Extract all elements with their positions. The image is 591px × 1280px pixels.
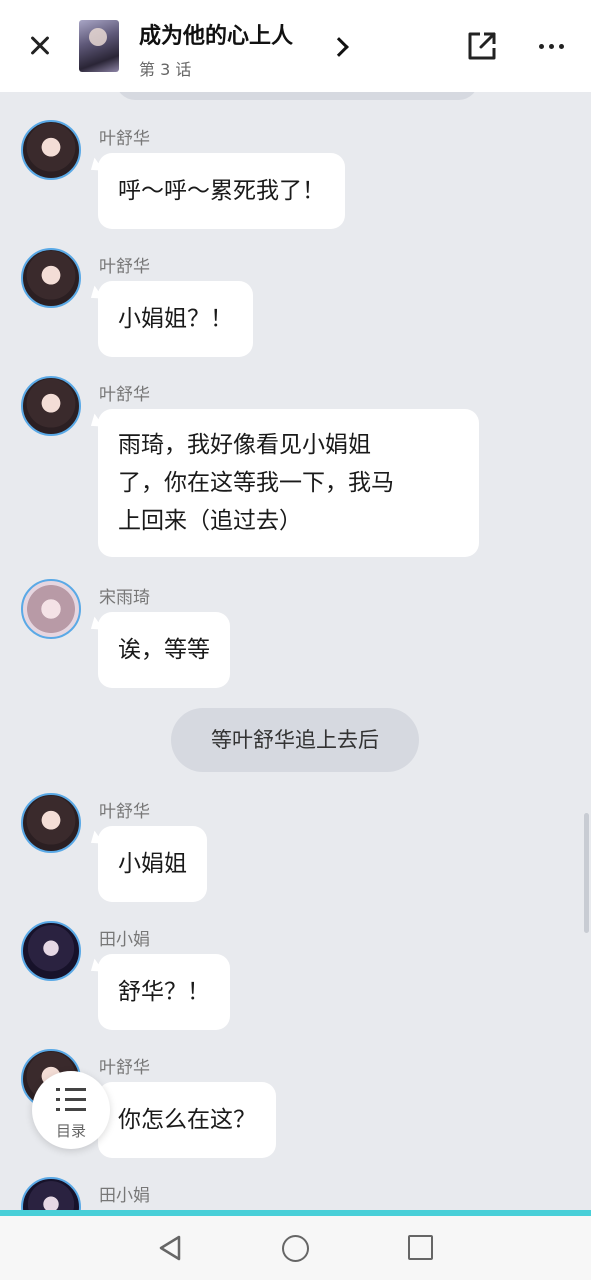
speaker-name: 叶舒华 (99, 129, 150, 149)
speaker-name: 叶舒华 (99, 385, 150, 405)
chat-reader-screen: 成为他的心上人 第 3 话 叶舒华 呼～呼～累死我了！ 叶舒华 小娟姐？！ 叶舒… (0, 0, 591, 1280)
message-line: 了，你在这等我一下，我马 (118, 470, 394, 496)
speaker-name: 田小娟 (99, 930, 150, 950)
message-bubble: 呼～呼～累死我了！ (98, 153, 345, 229)
toc-label: 目录 (55, 1122, 86, 1140)
avatar[interactable] (21, 120, 81, 180)
list-icon (56, 1086, 86, 1114)
chevron-right-icon[interactable] (328, 32, 352, 60)
avatar[interactable] (21, 1177, 81, 1210)
speaker-name: 田小娟 (99, 1186, 150, 1206)
narration-pill-partial (116, 92, 478, 100)
story-cover-thumbnail[interactable] (79, 20, 119, 72)
avatar[interactable] (21, 376, 81, 436)
speaker-name: 宋雨琦 (99, 588, 150, 608)
speaker-name: 叶舒华 (99, 802, 150, 822)
speaker-name: 叶舒华 (99, 1058, 150, 1078)
story-title[interactable]: 成为他的心上人 (139, 18, 293, 50)
chat-feed[interactable]: 叶舒华 呼～呼～累死我了！ 叶舒华 小娟姐？！ 叶舒华 雨琦，我好像看见小娟姐 … (0, 92, 591, 1210)
message-bubble: 你怎么在这？ (98, 1082, 276, 1158)
message-bubble: 小娟姐 (98, 826, 207, 902)
back-icon[interactable] (157, 1234, 183, 1262)
message-bubble: 雨琦，我好像看见小娟姐 了，你在这等我一下，我马 上回来（追过去） (98, 409, 479, 557)
system-navbar (0, 1216, 591, 1280)
toc-button[interactable]: 目录 (32, 1071, 110, 1149)
avatar[interactable] (21, 921, 81, 981)
message-bubble: 舒华？！ (98, 954, 230, 1030)
speaker-name: 叶舒华 (99, 257, 150, 277)
message-bubble: 小娟姐？！ (98, 281, 253, 357)
avatar[interactable] (21, 579, 81, 639)
avatar[interactable] (21, 793, 81, 853)
share-icon[interactable] (466, 30, 498, 62)
more-icon[interactable] (536, 30, 568, 62)
message-bubble: 诶，等等 (98, 612, 230, 688)
scrollbar[interactable] (584, 813, 589, 933)
home-icon[interactable] (282, 1235, 309, 1262)
message-line: 上回来（追过去） (118, 508, 302, 534)
recents-icon[interactable] (408, 1235, 433, 1260)
message-line: 雨琦，我好像看见小娟姐 (118, 432, 371, 458)
close-icon[interactable] (20, 26, 60, 66)
top-bar: 成为他的心上人 第 3 话 (0, 0, 591, 92)
avatar[interactable] (21, 248, 81, 308)
episode-label: 第 3 话 (139, 60, 192, 79)
narration-pill: 等叶舒华追上去后 (171, 708, 419, 772)
